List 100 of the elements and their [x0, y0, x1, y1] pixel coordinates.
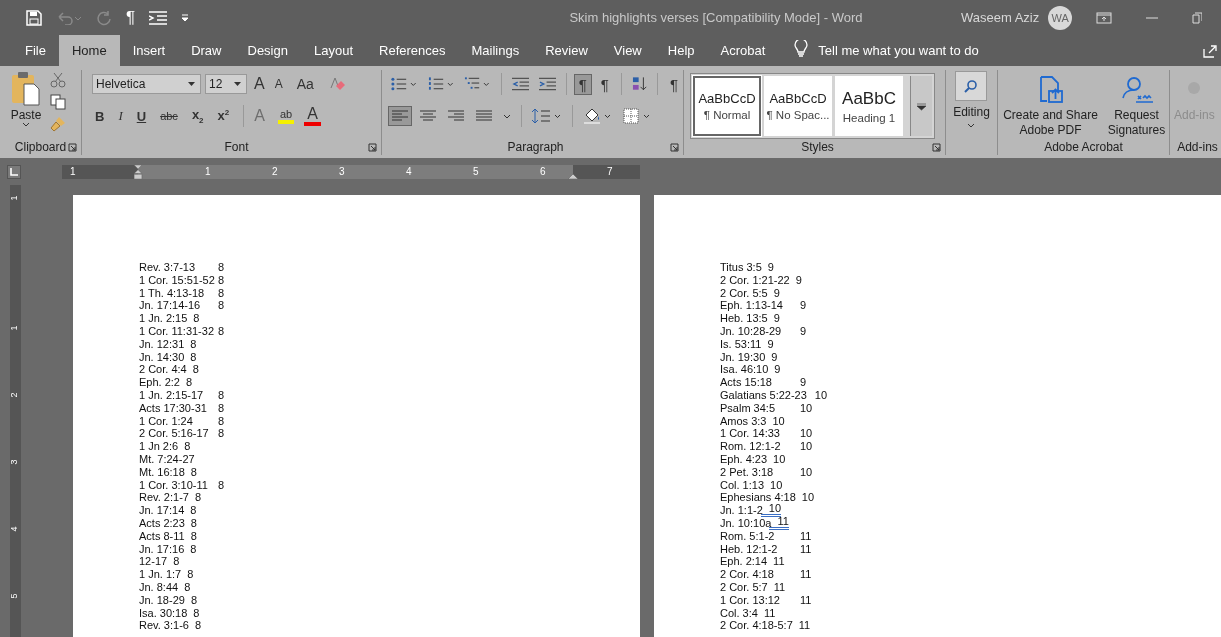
shrink-font-button[interactable]: A: [271, 77, 286, 91]
page-number: 8: [218, 478, 225, 492]
ribbon-tab[interactable]: Mailings: [458, 35, 533, 66]
page-number: 8: [218, 414, 225, 428]
font-color-button[interactable]: A: [304, 106, 321, 126]
page-number: 10: [801, 491, 815, 505]
copy-icon[interactable]: [50, 94, 66, 110]
verse-reference: Acts 8-11: [139, 529, 186, 543]
format-button[interactable]: U: [133, 108, 150, 124]
superscript-button[interactable]: x$^{2}$: [214, 108, 233, 124]
change-case-button[interactable]: Aa: [293, 76, 317, 92]
format-button[interactable]: B: [92, 108, 108, 124]
multilevel-list-icon[interactable]: [464, 76, 491, 92]
verse-reference: Rom. 12:1-2: [720, 440, 782, 453]
justify-caret-icon[interactable]: [503, 113, 511, 119]
tell-me-field[interactable]: Tell me what you want to do: [818, 43, 979, 66]
verse-reference: Mt. 7:24-27: [139, 452, 196, 466]
paste-button[interactable]: Paste: [10, 70, 42, 139]
right-indent-icon[interactable]: [568, 172, 578, 179]
page-number: 8: [190, 516, 197, 530]
ribbon-tab[interactable]: Acrobat: [707, 35, 779, 66]
format-button[interactable]: I: [115, 108, 126, 124]
highlight-button[interactable]: ab: [277, 108, 295, 124]
tab-selector-button[interactable]: [7, 164, 21, 179]
gallery-more-button[interactable]: [910, 76, 932, 136]
font-name-dropdown[interactable]: Helvetica: [92, 74, 201, 94]
ribbon-tab[interactable]: File: [12, 35, 59, 66]
page-number: 8: [218, 273, 225, 287]
grow-font-button[interactable]: A: [251, 75, 268, 93]
verse-reference: 2 Cor. 1:21-22: [720, 273, 791, 287]
vertical-ruler[interactable]: 1 1 2 3 4 5: [10, 185, 21, 637]
verse-reference: 2 Cor. 5:7: [720, 580, 769, 594]
page-number: 11: [800, 568, 812, 581]
verse-reference: Jn. 12:31: [139, 337, 186, 351]
user-avatar[interactable]: WA: [1048, 5, 1073, 30]
verse-reference: Jn. 14:30: [139, 350, 186, 364]
format-button[interactable]: abc: [157, 110, 181, 122]
page-number: 11: [773, 555, 785, 569]
verse-reference: Jn. 10:28-29: [720, 325, 783, 338]
page-number: 11: [798, 619, 811, 633]
customize-caret-icon[interactable]: [181, 13, 190, 22]
horizontal-ruler[interactable]: 1 1 2 3 4 5 6 7: [62, 164, 640, 179]
dialog-launcher-icon[interactable]: [68, 143, 77, 152]
ribbon-tab[interactable]: Design: [234, 35, 301, 66]
cut-icon[interactable]: [50, 72, 66, 88]
dialog-launcher-icon[interactable]: [932, 143, 941, 152]
verse-reference: 2 Cor. 5:16-17: [139, 427, 210, 441]
page-number: 8: [218, 427, 225, 441]
ribbon-tab[interactable]: References: [366, 35, 459, 66]
verse-reference: Acts 15:18: [720, 376, 773, 389]
line-spacing-icon[interactable]: [532, 108, 562, 124]
right-to-left-button[interactable]: ¶: [595, 73, 614, 95]
page-number: 8: [218, 401, 225, 415]
page-number: 8: [187, 568, 194, 581]
style-swatch[interactable]: AaBbCcD ¶ No Spac...: [764, 76, 832, 136]
share-icon[interactable]: [1203, 44, 1217, 58]
minimize-icon[interactable]: [1146, 16, 1159, 19]
sort-icon[interactable]: [631, 76, 647, 92]
save-icon[interactable]: [26, 9, 42, 26]
ribbon-display-icon[interactable]: [1096, 11, 1113, 24]
verse-reference: Col. 1:13: [720, 478, 766, 492]
numbering-icon[interactable]: [427, 76, 455, 92]
verse-reference: 2 Pet. 3:18: [720, 465, 775, 479]
user-name[interactable]: Waseem Aziz: [961, 10, 1040, 25]
acrobat-button[interactable]: Request Signatures: [1104, 70, 1169, 139]
format-painter-icon[interactable]: [50, 116, 66, 132]
page-number: 8: [218, 286, 225, 300]
style-swatch[interactable]: AaBbCcD ¶ Normal: [693, 76, 761, 136]
dialog-launcher-icon[interactable]: [368, 143, 377, 152]
ribbon-tab[interactable]: Insert: [119, 35, 179, 66]
indent-icon[interactable]: [149, 10, 168, 25]
show-marks-button[interactable]: ¶: [126, 7, 136, 28]
align-button[interactable]: [388, 106, 412, 126]
ribbon-tab[interactable]: Layout: [300, 35, 366, 66]
verse-reference: Isa. 30:18: [139, 606, 189, 620]
editing-button[interactable]: Editing: [953, 71, 990, 128]
ribbon-tab[interactable]: Help: [654, 35, 708, 66]
page-number: 10: [800, 401, 813, 415]
subscript-button[interactable]: x$_{2}$: [188, 107, 207, 125]
restore-icon[interactable]: [1192, 11, 1203, 24]
dialog-launcher-icon[interactable]: [670, 143, 679, 152]
font-size-dropdown[interactable]: 12: [205, 74, 247, 94]
decrease-indent-icon[interactable]: [511, 77, 529, 91]
ribbon-tab[interactable]: Draw: [178, 35, 235, 66]
increase-indent-icon[interactable]: [538, 77, 556, 91]
shading-icon[interactable]: [583, 108, 613, 124]
style-swatch[interactable]: AaBbC Heading 1: [835, 76, 903, 136]
page-number: 9: [795, 273, 802, 287]
caret-icon: [967, 123, 976, 128]
show-marks-button[interactable]: ¶: [664, 73, 683, 95]
verse-reference: Col. 3:4: [720, 606, 759, 620]
left-to-right-button[interactable]: ¶: [573, 73, 592, 95]
bullets-icon[interactable]: [391, 76, 418, 92]
indent-marker-icon[interactable]: [133, 164, 143, 179]
ribbon-tab[interactable]: View: [600, 35, 655, 66]
caret-icon: [234, 82, 241, 86]
ribbon-tab[interactable]: Home: [58, 35, 120, 66]
ribbon-tab[interactable]: Review: [532, 35, 601, 66]
page-number: 8: [190, 465, 197, 479]
acrobat-button[interactable]: Create and Share Adobe PDF: [998, 70, 1103, 139]
